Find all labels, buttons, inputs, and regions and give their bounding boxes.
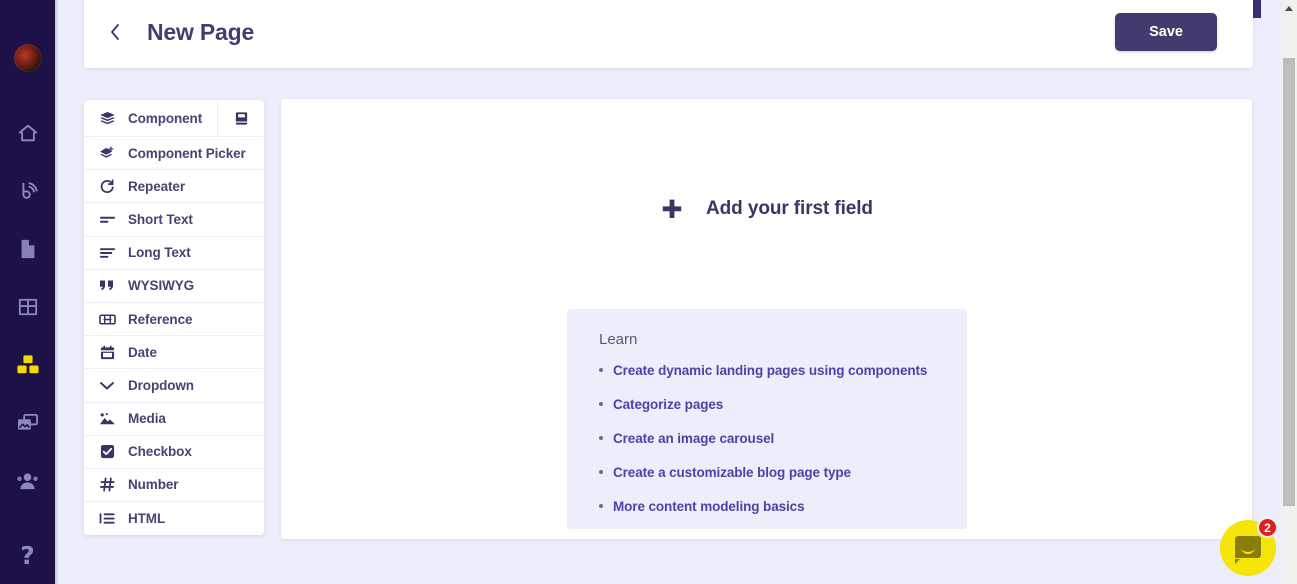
checkbox-icon [98, 443, 116, 461]
left-nav-rail: ? [0, 0, 55, 584]
nav-item-help[interactable]: ? [0, 543, 55, 568]
learn-link[interactable]: Create a customizable blog page type [613, 465, 851, 480]
field-type-label: Date [128, 344, 157, 360]
quote-icon [98, 277, 116, 295]
plus-icon [660, 197, 684, 221]
field-type-short-text[interactable]: Short Text [84, 203, 264, 237]
app-root: ? New Page Save Component Component Pick… [0, 0, 1297, 584]
nav-item-tables[interactable] [11, 292, 45, 322]
add-first-field-label: Add your first field [706, 198, 873, 219]
field-type-dropdown[interactable]: Dropdown [84, 369, 264, 403]
nav-item-media[interactable] [11, 408, 45, 438]
field-type-sidebar: Component Component Picker Repeater Shor… [84, 100, 264, 536]
field-type-label: Repeater [128, 178, 185, 194]
chat-bubble-icon [1235, 536, 1261, 564]
question-mark-icon: ? [20, 541, 35, 570]
field-type-label: HTML [128, 511, 166, 527]
list-item: Create an image carousel [599, 430, 939, 448]
field-type-component-picker[interactable]: Component Picker [84, 137, 264, 171]
scrollbar-thumb[interactable] [1283, 58, 1295, 506]
browser-scrollbar[interactable] [1281, 0, 1297, 584]
learn-link[interactable]: Create an image carousel [613, 431, 774, 446]
reference-icon [98, 310, 116, 328]
component-docs-button[interactable] [218, 100, 264, 136]
chat-unread-badge: 2 [1257, 517, 1278, 538]
page-title: New Page [147, 18, 255, 45]
nav-item-users[interactable] [11, 466, 45, 496]
field-type-number[interactable]: Number [84, 469, 264, 503]
long-text-icon [98, 244, 116, 262]
calendar-icon [98, 343, 116, 361]
user-avatar[interactable] [13, 44, 42, 72]
field-type-component[interactable]: Component [84, 100, 264, 137]
list-item: Create dynamic landing pages using compo… [599, 362, 939, 380]
field-type-label: Media [128, 411, 166, 427]
rail-shadow [55, 0, 59, 584]
list-item: More content modeling basics [599, 498, 939, 516]
page-canvas: Add your first field Learn Create dynami… [281, 99, 1252, 539]
field-type-label: WYSIWYG [128, 278, 195, 294]
learn-link[interactable]: More content modeling basics [613, 499, 805, 514]
field-type-wysiwyg[interactable]: WYSIWYG [84, 270, 264, 303]
page-header: New Page Save [84, 0, 1253, 68]
field-type-repeater[interactable]: Repeater [84, 170, 264, 204]
chat-launcher-button[interactable]: 2 [1220, 517, 1278, 576]
nav-item-pages[interactable] [11, 234, 45, 264]
hash-icon [98, 476, 116, 494]
image-icon [98, 410, 116, 428]
learn-panel: Learn Create dynamic landing pages using… [567, 309, 967, 529]
field-type-label: Component Picker [128, 145, 246, 161]
scroll-up-arrow-icon[interactable] [1281, 0, 1297, 17]
chevron-down-icon [98, 376, 116, 394]
learn-link[interactable]: Create dynamic landing pages using compo… [613, 363, 927, 378]
back-button[interactable] [100, 17, 130, 47]
field-type-component-main[interactable]: Component [84, 100, 218, 136]
layers-plus-icon [98, 144, 116, 162]
field-type-long-text[interactable]: Long Text [84, 237, 264, 270]
nav-rail-items [0, 118, 55, 496]
field-type-label: Number [128, 477, 179, 493]
learn-link-list: Create dynamic landing pages using compo… [599, 362, 939, 516]
list-item: Categorize pages [599, 396, 939, 414]
field-type-label: Short Text [128, 211, 193, 227]
list-icon [98, 510, 116, 528]
list-item: Create a customizable blog page type [599, 464, 939, 482]
field-type-checkbox[interactable]: Checkbox [84, 436, 264, 469]
layers-icon [98, 109, 116, 127]
nav-item-blog[interactable] [11, 176, 45, 206]
book-icon [235, 111, 247, 125]
learn-title: Learn [599, 331, 638, 348]
refresh-icon [98, 177, 116, 195]
add-first-field-button[interactable]: Add your first field [281, 197, 1252, 221]
field-type-label: Long Text [128, 245, 191, 261]
field-type-reference[interactable]: Reference [84, 303, 264, 337]
field-type-label: Dropdown [128, 377, 194, 393]
field-type-date[interactable]: Date [84, 336, 264, 370]
field-type-label: Reference [128, 311, 193, 327]
short-text-icon [98, 210, 116, 228]
field-type-label: Checkbox [128, 444, 192, 460]
field-type-media[interactable]: Media [84, 403, 264, 436]
save-button[interactable]: Save [1115, 13, 1217, 51]
nav-item-home[interactable] [11, 118, 45, 148]
learn-link[interactable]: Categorize pages [613, 397, 723, 412]
field-type-label: Component [128, 110, 203, 126]
field-type-html[interactable]: HTML [84, 502, 264, 535]
nav-item-components[interactable] [11, 350, 45, 380]
